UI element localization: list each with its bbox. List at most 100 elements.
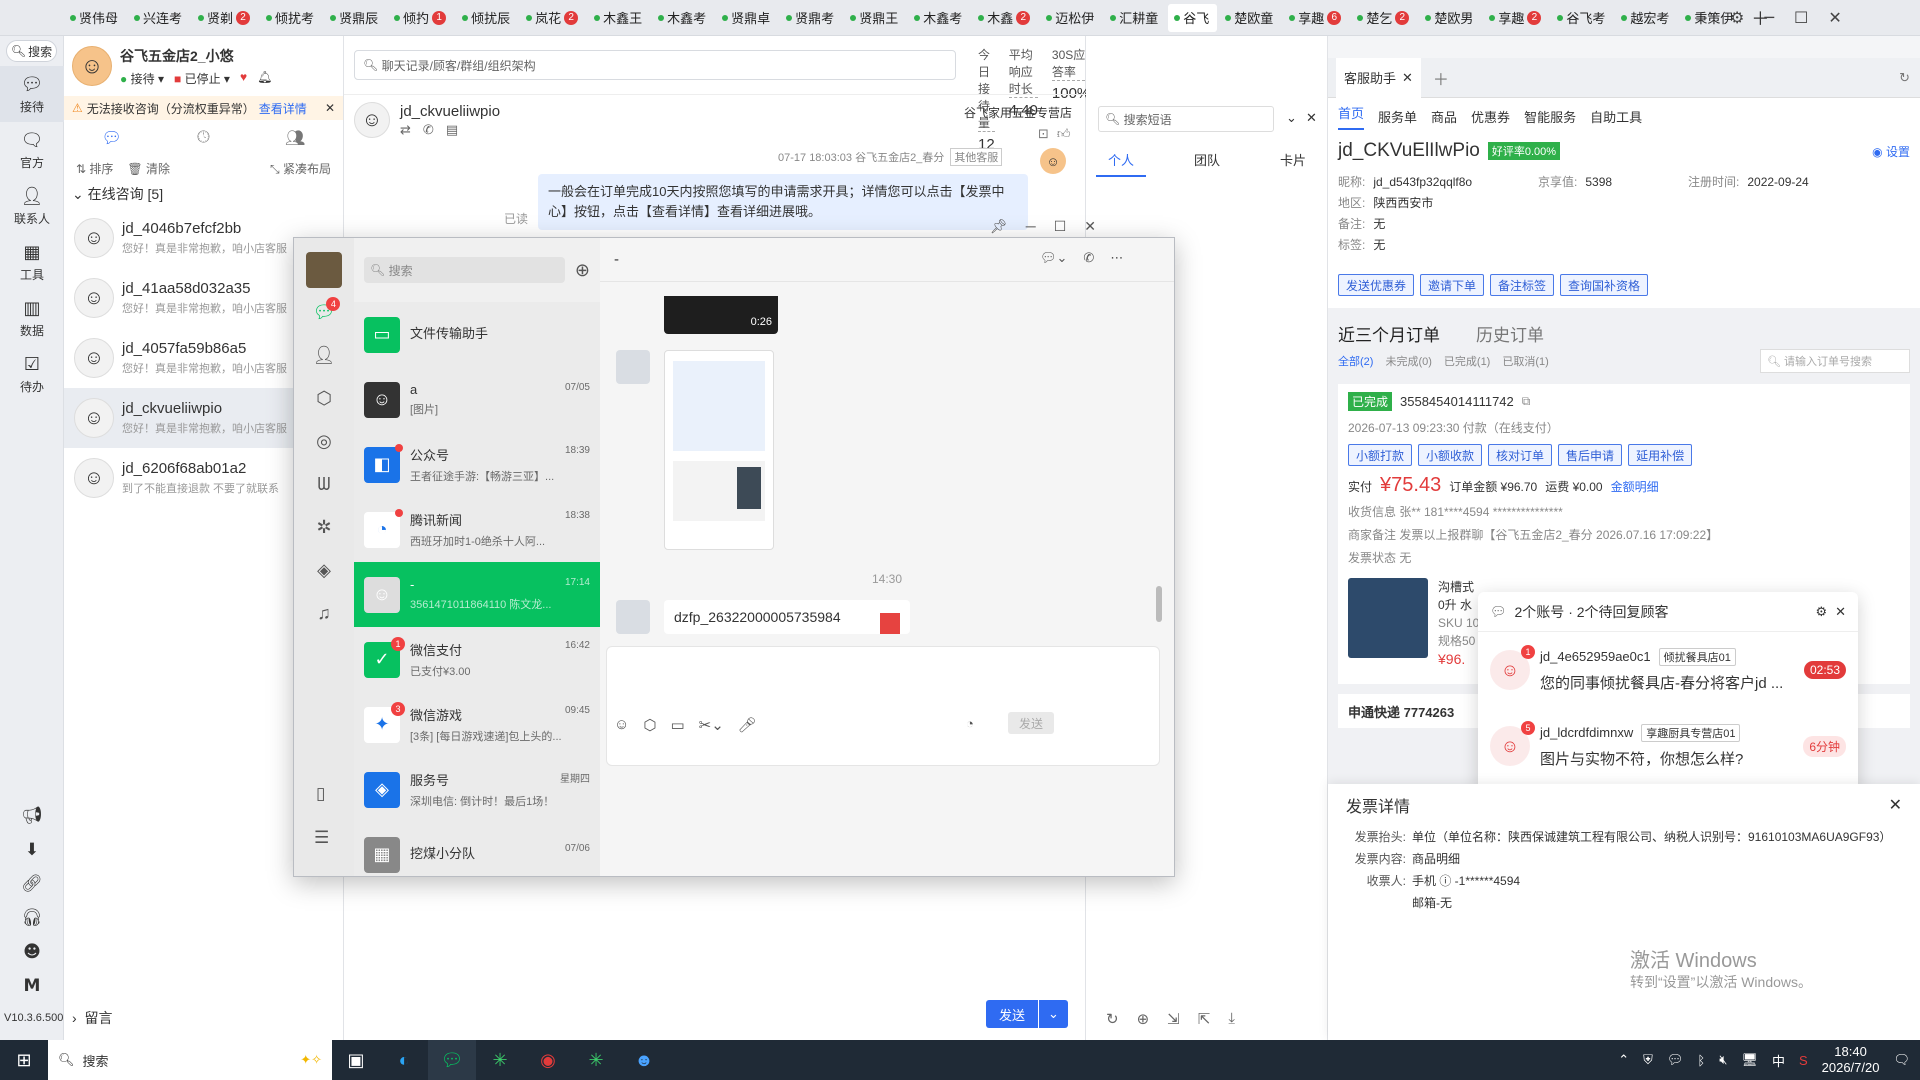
folder-icon[interactable]: ▭ (670, 716, 684, 734)
account-tab[interactable]: 贤伟母 (64, 4, 126, 32)
sort-button[interactable]: ⇅ 排序 (76, 160, 113, 177)
account-tab[interactable]: 楚乞 2 (1351, 4, 1417, 32)
account-tab[interactable]: 木鑫考 (908, 4, 970, 32)
leave-msg-section[interactable]: › 留言 (72, 1008, 112, 1028)
pending-reply-item[interactable]: ☺ 1 jd_4e652959ae0c1 倾扰餐具店01 您的同事倾扰餐具店-春分将客户… (1478, 632, 1858, 708)
account-tab[interactable]: 汇耕童 (1104, 4, 1166, 32)
account-tab[interactable]: 贤鼎卓 (716, 4, 778, 32)
group-icon[interactable]: 👥︎ (285, 128, 305, 148)
pending-reply-item[interactable]: ☺ 5 jd_ldcrdfdimnxw 享趣厨具专营店01 图片与实物不符，你想怎么样?… (1478, 708, 1858, 784)
account-tab[interactable]: 兴连考 (128, 4, 190, 32)
task-view-icon[interactable]: ▣ (332, 1040, 380, 1080)
account-tab[interactable]: 贤鼎王 (844, 4, 906, 32)
wechat-chat-item[interactable]: ✦ 3 微信游戏 09:45 [3条] [每日游戏速递]包上头的... (354, 692, 600, 757)
wechat-chat-icon[interactable]: 💬︎ 4 (313, 297, 341, 323)
settings-icon[interactable]: ⚙ (1730, 8, 1744, 27)
bell-icon[interactable]: 🔔︎ (257, 70, 272, 87)
phone-icon[interactable]: ✆ (423, 122, 434, 138)
global-search-input[interactable]: 🔍︎ 聊天记录/顾客/群组/组织架构 (354, 50, 956, 80)
wechat-contacts-icon[interactable]: 👤︎ (313, 345, 336, 366)
phrase-tab[interactable]: 个人 (1096, 150, 1147, 177)
download-icon[interactable]: ⤓ (1228, 1010, 1235, 1028)
heart-icon[interactable]: ♥ (240, 70, 247, 87)
status-online[interactable]: ● 接待 ▾ (120, 70, 164, 87)
headset-icon[interactable]: 🎧︎ (21, 908, 43, 928)
copy-icon[interactable]: ⧉ (1522, 394, 1531, 409)
account-tab[interactable]: 谷飞考 (1551, 4, 1613, 32)
scrollbar[interactable] (1156, 586, 1162, 622)
close-icon[interactable]: ✕ (1828, 8, 1841, 27)
history-icon[interactable]: 🕓︎ (197, 129, 210, 147)
agent-avatar[interactable]: ☺ (72, 46, 112, 86)
maximize-icon[interactable]: ☐ (1794, 8, 1808, 27)
wechat-compose-input[interactable] (606, 646, 1160, 766)
account-tab[interactable]: 木鑫 2 (972, 4, 1038, 32)
wechat-chat-item[interactable]: ☺ -17:14 3561471011864110 陈文龙... (354, 562, 600, 627)
online-section-header[interactable]: ⌄ 在线咨询 [5] (64, 180, 343, 208)
customer-action-button[interactable]: 发送优惠券 (1338, 274, 1415, 296)
rail-item-3[interactable]: 👤︎ 联系人 (0, 178, 64, 234)
wechat-chat-item[interactable]: ▦ 挖煤小分队 07/06 (354, 822, 600, 876)
voice-icon[interactable]: ◔ (966, 716, 974, 731)
notification-icon[interactable]: 🗨︎ (1893, 1052, 1910, 1068)
wechat-music-icon[interactable]: ♫ (317, 603, 331, 624)
order-search-input[interactable]: 🔍︎ 请输入订单号搜索 (1760, 349, 1910, 373)
phrase-tab[interactable]: 卡片 (1268, 150, 1318, 177)
rail-item-5[interactable]: ▥ 数据 (0, 290, 64, 346)
order-tab[interactable]: 历史订单 (1476, 321, 1544, 346)
add-icon[interactable]: ⊕ (1137, 1010, 1150, 1028)
megaphone-icon[interactable]: 📢︎ (21, 806, 43, 826)
sender-avatar[interactable] (616, 350, 650, 384)
close-icon[interactable]: ✕ (1835, 604, 1846, 620)
file-message[interactable]: dzfp_26322000005735984 (664, 600, 910, 634)
settings-icon[interactable]: ⚙ (1815, 604, 1827, 620)
refresh-icon[interactable]: ↻ (1106, 1010, 1119, 1028)
customer-nav-tab[interactable]: 自助工具 (1590, 107, 1642, 126)
customer-action-button[interactable]: 查询国补资格 (1560, 274, 1649, 296)
assistant-tab[interactable]: 客服助手 ✕ (1336, 57, 1421, 98)
customer-avatar[interactable]: ☺ (354, 102, 390, 138)
more-icon[interactable]: ⋯ (1110, 250, 1123, 266)
layout-button[interactable]: ⤡ 紧凑布局 (270, 160, 331, 177)
wechat-chat-item[interactable]: ☺ a 07/05 [图片] (354, 367, 600, 432)
m-logo-icon[interactable]: M (24, 976, 41, 996)
ime-label[interactable]: 中 (1772, 1051, 1785, 1070)
wechat-channels-icon[interactable]: ᗯ (318, 474, 331, 495)
bookmark-icon[interactable]: ⊡ (1038, 126, 1049, 142)
account-tab[interactable]: 倾扚 1 (388, 4, 454, 32)
screenshot-image-message[interactable] (664, 350, 774, 550)
account-tab[interactable]: 楚欧童 (1219, 4, 1281, 32)
order-filter-item[interactable]: 全部(2) (1338, 353, 1373, 369)
link-icon[interactable]: 🔗︎ (21, 874, 43, 894)
customer-nav-tab[interactable]: 优惠券 (1471, 107, 1510, 126)
wechat-self-avatar[interactable] (306, 252, 342, 288)
app-record-icon[interactable]: ◉ (524, 1040, 572, 1080)
send-options-chevron-icon[interactable]: ⌄ (1038, 1000, 1068, 1028)
account-tab[interactable]: 楚欧男 (1419, 4, 1481, 32)
order-action-button[interactable]: 小额收款 (1418, 444, 1483, 466)
order-action-button[interactable]: 核对订单 (1488, 444, 1553, 466)
favorites-icon[interactable]: ⬡ (643, 716, 656, 734)
mic-icon[interactable]: 🎤︎ (738, 716, 757, 734)
account-tab[interactable]: 倾扰辰 (456, 4, 518, 32)
send-button[interactable]: 发送 (986, 1000, 1038, 1028)
edge-icon[interactable]: ◐ (380, 1040, 428, 1080)
robot-icon[interactable]: ☻ (23, 942, 41, 962)
collapse-icon[interactable]: ⌄ (1286, 110, 1297, 126)
wechat-search-input[interactable]: 🔍︎ 搜索 (364, 257, 565, 283)
account-tab[interactable]: 贤剃 2 (192, 4, 258, 32)
clock[interactable]: 18:40 2026/7/20 (1822, 1044, 1880, 1076)
add-tab-icon[interactable]: ＋ (1433, 66, 1449, 90)
network-icon[interactable]: 🖥︎ (1741, 1052, 1758, 1068)
minimize-icon[interactable]: ─ (1764, 8, 1774, 27)
wechat-chat-item[interactable]: ◧ 公众号 18:39 王者征途手游:【畅游三亚】... (354, 432, 600, 497)
import-icon[interactable]: ⇲ (1167, 1010, 1180, 1028)
phrase-tab[interactable]: 团队 (1182, 150, 1232, 177)
close-icon[interactable]: ✕ (1402, 70, 1413, 86)
account-tab[interactable]: 享趣 6 (1283, 4, 1349, 32)
sender-avatar[interactable] (616, 600, 650, 634)
shield-icon[interactable]: ⛨ (1643, 1052, 1653, 1068)
export-icon[interactable]: ⇱ (1198, 1010, 1211, 1028)
account-tab[interactable]: 谷飞 (1168, 3, 1218, 32)
customer-action-button[interactable]: 邀请下单 (1420, 274, 1485, 296)
